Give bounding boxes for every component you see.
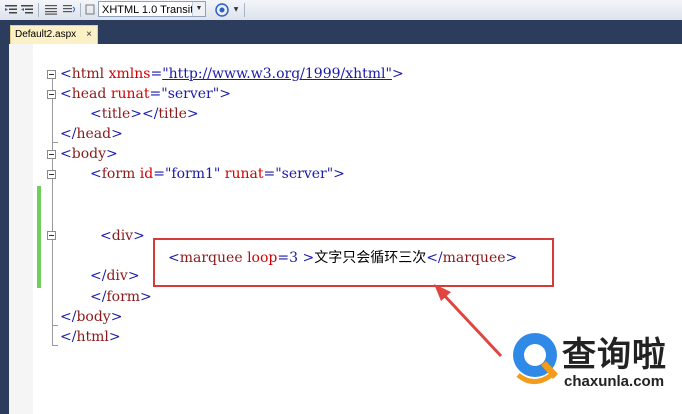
watermark-domain: chaxunla.com bbox=[564, 373, 665, 390]
watermark-name: 查询啦 bbox=[562, 335, 667, 375]
watermark-logo: 查询啦 chaxunla.com bbox=[508, 325, 678, 395]
magnifier-logo-icon bbox=[513, 333, 558, 384]
